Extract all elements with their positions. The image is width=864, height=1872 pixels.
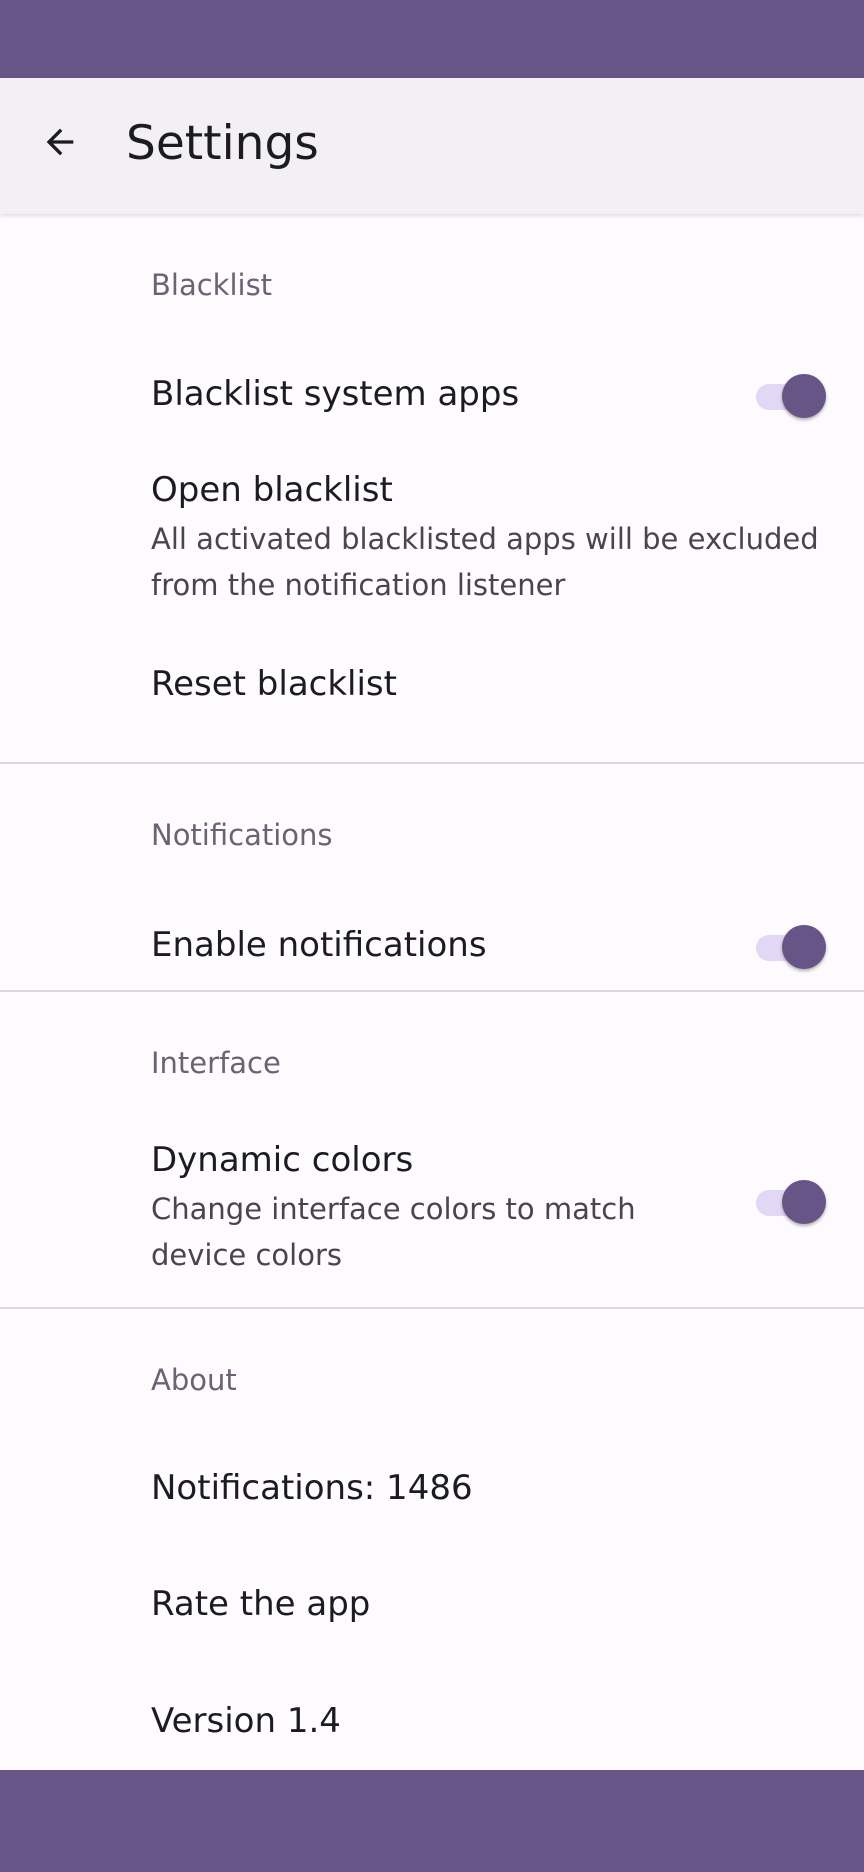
switch-thumb xyxy=(782,1180,826,1224)
section-header-notifications: Notifications xyxy=(151,818,333,852)
arrow-back-icon xyxy=(46,128,74,156)
open-blacklist-row[interactable]: Open blacklist All activated blacklisted… xyxy=(0,454,864,626)
reset-blacklist-title: Reset blacklist xyxy=(151,664,397,704)
version-title: Version 1.4 xyxy=(151,1701,341,1741)
dynamic-colors-title: Dynamic colors xyxy=(151,1140,414,1180)
blacklist-system-apps-title: Blacklist system apps xyxy=(151,374,520,414)
rate-app-title: Rate the app xyxy=(151,1584,371,1624)
page-title: Settings xyxy=(126,116,319,171)
dynamic-colors-summary: Change interface colors to match device … xyxy=(151,1192,636,1272)
settings-list: Blacklist Blacklist system apps Open bla… xyxy=(0,214,864,1770)
enable-notifications-switch[interactable] xyxy=(756,925,828,969)
status-bar xyxy=(0,0,864,78)
open-blacklist-summary: All activated blacklisted apps will be e… xyxy=(151,522,819,602)
section-header-blacklist: Blacklist xyxy=(151,268,273,302)
enable-notifications-title: Enable notifications xyxy=(151,925,487,965)
back-button[interactable] xyxy=(28,110,92,174)
navigation-bar xyxy=(0,1770,864,1872)
section-divider xyxy=(0,990,864,992)
switch-thumb xyxy=(782,374,826,418)
open-blacklist-title: Open blacklist xyxy=(151,470,393,510)
dynamic-colors-row[interactable]: Dynamic colors Change interface colors t… xyxy=(0,1116,864,1292)
blacklist-system-apps-switch[interactable] xyxy=(756,374,828,418)
enable-notifications-row[interactable]: Enable notifications xyxy=(0,888,864,1004)
section-divider xyxy=(0,762,864,764)
switch-thumb xyxy=(782,925,826,969)
rate-app-row[interactable]: Rate the app xyxy=(0,1544,864,1660)
section-divider xyxy=(0,1307,864,1309)
notifications-count-title: Notifications: 1486 xyxy=(151,1468,473,1508)
version-row[interactable]: Version 1.4 xyxy=(0,1660,864,1770)
top-app-bar: Settings xyxy=(0,78,864,214)
section-header-interface: Interface xyxy=(151,1046,281,1080)
reset-blacklist-row[interactable]: Reset blacklist xyxy=(0,626,864,742)
dynamic-colors-switch[interactable] xyxy=(756,1180,828,1224)
notifications-count-row[interactable]: Notifications: 1486 xyxy=(0,1428,864,1544)
section-header-about: About xyxy=(151,1363,237,1397)
blacklist-system-apps-row[interactable]: Blacklist system apps xyxy=(0,338,864,454)
